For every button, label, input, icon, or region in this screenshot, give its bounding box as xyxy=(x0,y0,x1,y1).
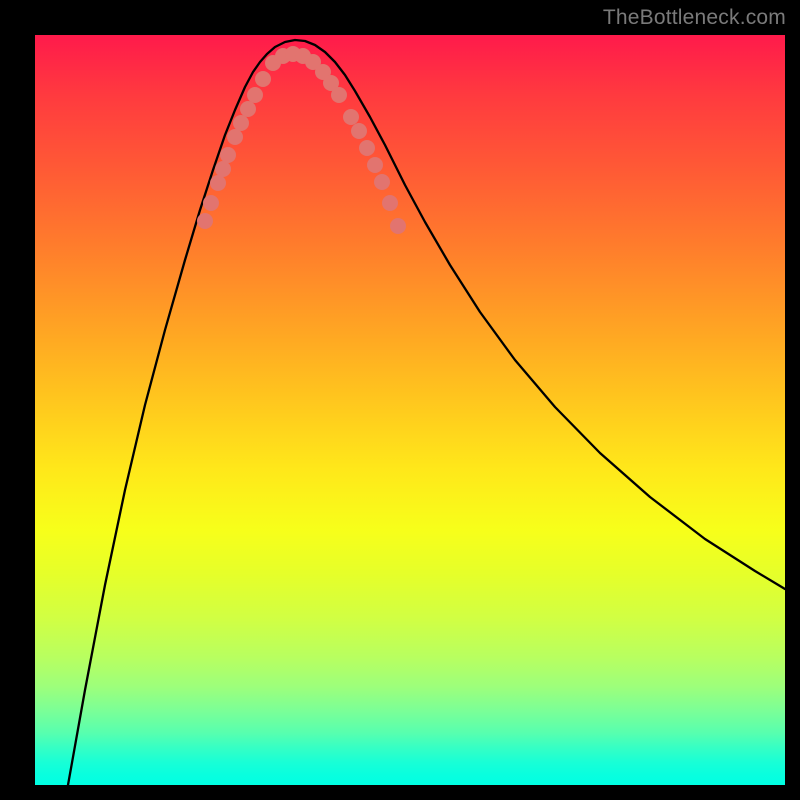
data-marker xyxy=(215,161,231,177)
data-marker xyxy=(240,101,256,117)
data-marker xyxy=(343,109,359,125)
data-marker xyxy=(359,140,375,156)
chart-frame: TheBottleneck.com xyxy=(0,0,800,800)
data-marker xyxy=(203,195,219,211)
data-marker xyxy=(390,218,406,234)
data-marker xyxy=(210,175,226,191)
chart-svg xyxy=(35,35,785,785)
data-marker xyxy=(220,147,236,163)
data-marker xyxy=(197,213,213,229)
data-marker xyxy=(367,157,383,173)
data-marker xyxy=(227,129,243,145)
data-marker xyxy=(331,87,347,103)
data-marker xyxy=(247,87,263,103)
plot-area xyxy=(35,35,785,785)
bottleneck-curve xyxy=(68,40,785,785)
data-marker xyxy=(382,195,398,211)
data-marker xyxy=(233,115,249,131)
data-marker xyxy=(255,71,271,87)
watermark-text: TheBottleneck.com xyxy=(603,6,786,30)
data-marker xyxy=(374,174,390,190)
data-marker xyxy=(351,123,367,139)
